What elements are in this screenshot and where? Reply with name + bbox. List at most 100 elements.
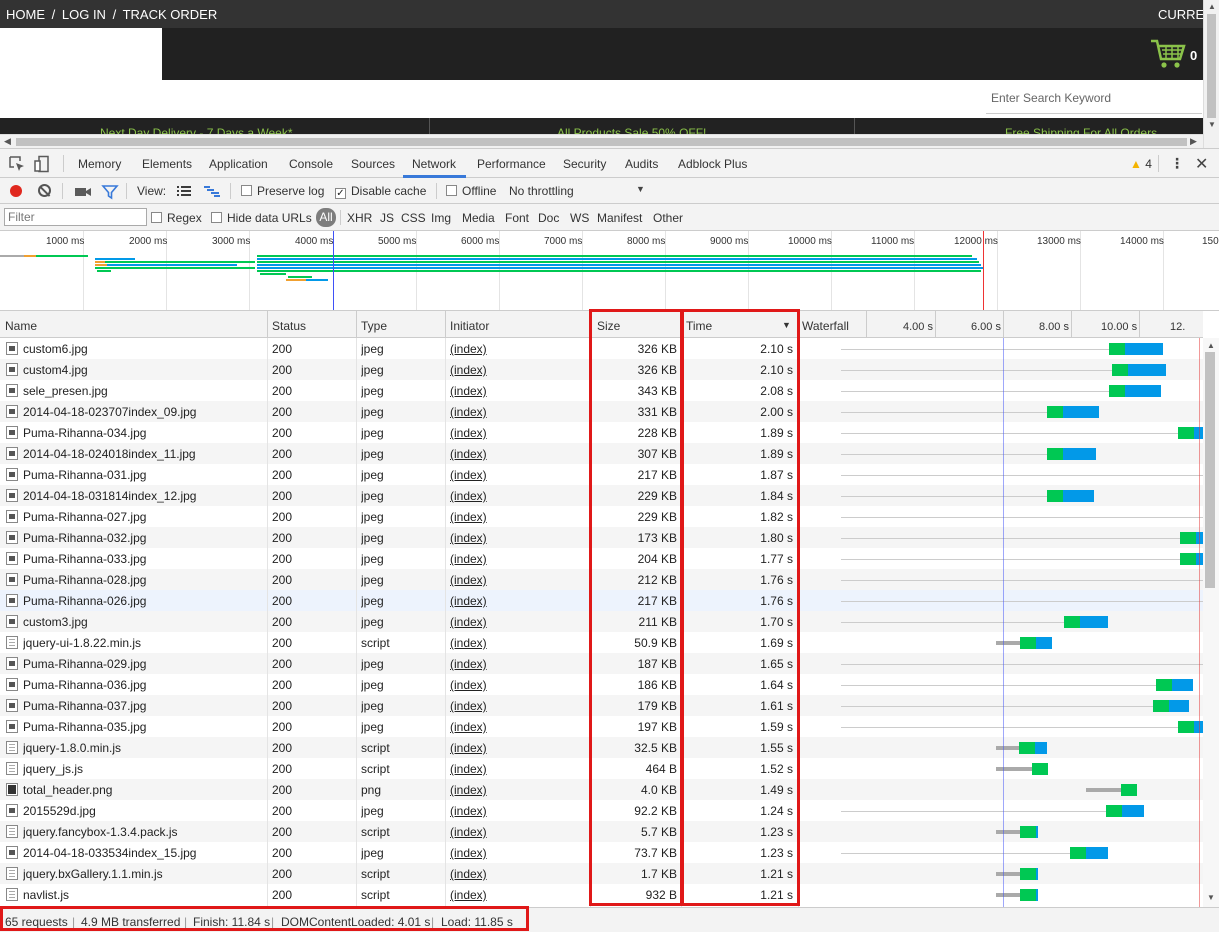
tab-adblock-plus[interactable]: Adblock Plus	[678, 157, 747, 171]
table-row[interactable]: navlist.js 200 script (index) 932 B 1.21 s	[0, 884, 1203, 905]
table-row[interactable]: jquery_js.js 200 script (index) 464 B 1.52 s	[0, 758, 1203, 779]
request-name[interactable]: Puma-Rihanna-032.jpg	[23, 531, 263, 545]
nav-login-link[interactable]: LOG IN	[62, 7, 106, 22]
preserve-log-checkbox[interactable]: Preserve log	[241, 184, 324, 198]
table-row[interactable]: custom4.jpg 200 jpeg (index) 326 KB 2.10 s	[0, 359, 1203, 380]
column-header-initiator[interactable]: Initiator	[450, 319, 489, 333]
request-name[interactable]: 2014-04-18-023707index_09.jpg	[23, 405, 263, 419]
request-initiator[interactable]: (index)	[450, 825, 580, 839]
request-initiator[interactable]: (index)	[450, 342, 580, 356]
table-row[interactable]: Puma-Rihanna-028.jpg 200 jpeg (index) 212 KB…	[0, 569, 1203, 590]
filter-type-img[interactable]: Img	[431, 211, 451, 225]
regex-checkbox[interactable]: Regex	[151, 211, 202, 225]
table-row[interactable]: sele_presen.jpg 200 jpeg (index) 343 KB 2.08 …	[0, 380, 1203, 401]
request-initiator[interactable]: (index)	[450, 447, 580, 461]
request-initiator[interactable]: (index)	[450, 657, 580, 671]
column-divider[interactable]	[681, 311, 682, 338]
table-row[interactable]: 2014-04-18-023707index_09.jpg 200 jpeg (ind…	[0, 401, 1203, 422]
tab-console[interactable]: Console	[289, 157, 333, 171]
column-divider[interactable]	[267, 311, 268, 338]
site-logo[interactable]	[0, 28, 162, 80]
request-initiator[interactable]: (index)	[450, 552, 580, 566]
scroll-up-arrow-icon[interactable]: ▲	[1208, 2, 1216, 11]
warnings-counter[interactable]: ▲ 4	[1130, 157, 1152, 171]
filter-type-js[interactable]: JS	[380, 211, 394, 225]
filter-type-xhr[interactable]: XHR	[347, 211, 372, 225]
filter-type-doc[interactable]: Doc	[538, 211, 559, 225]
table-row[interactable]: Puma-Rihanna-036.jpg 200 jpeg (index) 186 KB…	[0, 674, 1203, 695]
request-name[interactable]: jquery-ui-1.8.22.min.js	[23, 636, 263, 650]
filter-type-css[interactable]: CSS	[401, 211, 426, 225]
clear-icon[interactable]	[38, 184, 51, 197]
table-row[interactable]: 2015529d.jpg 200 jpeg (index) 92.2 KB 1.24 s	[0, 800, 1203, 821]
table-row[interactable]: jquery-1.8.0.min.js 200 script (index) 32.5 …	[0, 737, 1203, 758]
filter-type-ws[interactable]: WS	[570, 211, 589, 225]
request-name[interactable]: 2014-04-18-024018index_11.jpg	[23, 447, 263, 461]
column-divider[interactable]	[590, 311, 591, 338]
tab-sources[interactable]: Sources	[351, 157, 395, 171]
scrollbar-thumb[interactable]	[1207, 14, 1216, 118]
overview-icon[interactable]	[203, 183, 221, 201]
nav-home-link[interactable]: HOME	[6, 7, 45, 22]
scroll-right-arrow-icon[interactable]: ▶	[1190, 136, 1197, 147]
request-initiator[interactable]: (index)	[450, 468, 580, 482]
request-name[interactable]: custom3.jpg	[23, 615, 263, 629]
inspect-element-icon[interactable]	[8, 155, 26, 173]
request-name[interactable]: jquery-1.8.0.min.js	[23, 741, 263, 755]
filter-type-all[interactable]: All	[316, 208, 336, 227]
request-initiator[interactable]: (index)	[450, 762, 580, 776]
page-horizontal-scrollbar[interactable]: ◀ ▶	[0, 134, 1203, 148]
table-row[interactable]: Puma-Rihanna-033.jpg 200 jpeg (index) 204 KB…	[0, 548, 1203, 569]
request-initiator[interactable]: (index)	[450, 846, 580, 860]
tab-network[interactable]: Network	[412, 157, 456, 171]
request-name[interactable]: Puma-Rihanna-035.jpg	[23, 720, 263, 734]
scroll-left-arrow-icon[interactable]: ◀	[4, 136, 11, 147]
scroll-down-arrow-icon[interactable]: ▼	[1207, 893, 1215, 902]
record-icon[interactable]	[10, 185, 22, 197]
currency-selector[interactable]: CURRE	[1158, 7, 1204, 22]
table-row[interactable]: total_header.png 200 png (index) 4.0 KB 1.49 …	[0, 779, 1203, 800]
sort-descending-icon[interactable]: ▼	[782, 320, 791, 330]
request-name[interactable]: jquery.bxGallery.1.1.min.js	[23, 867, 263, 881]
request-name[interactable]: custom6.jpg	[23, 342, 263, 356]
request-initiator[interactable]: (index)	[450, 510, 580, 524]
request-initiator[interactable]: (index)	[450, 783, 580, 797]
tab-audits[interactable]: Audits	[625, 157, 658, 171]
column-header-time[interactable]: Time	[686, 319, 712, 333]
column-header-waterfall[interactable]: Waterfall	[802, 319, 849, 333]
scrollbar-thumb[interactable]	[16, 138, 1187, 146]
site-search-input[interactable]	[986, 82, 1202, 114]
checkbox-box[interactable]	[241, 185, 252, 196]
filter-type-other[interactable]: Other	[653, 211, 683, 225]
request-name[interactable]: Puma-Rihanna-029.jpg	[23, 657, 263, 671]
table-row[interactable]: Puma-Rihanna-027.jpg 200 jpeg (index) 229 KB…	[0, 506, 1203, 527]
filter-type-font[interactable]: Font	[505, 211, 529, 225]
request-initiator[interactable]: (index)	[450, 489, 580, 503]
tab-elements[interactable]: Elements	[142, 157, 192, 171]
request-initiator[interactable]: (index)	[450, 888, 580, 902]
network-overview[interactable]: 1000 ms 2000 ms 3000 ms 4000 ms 5000 ms …	[0, 231, 1219, 311]
scrollbar-thumb[interactable]	[1205, 352, 1215, 588]
request-name[interactable]: jquery_js.js	[23, 762, 263, 776]
request-initiator[interactable]: (index)	[450, 405, 580, 419]
scroll-up-arrow-icon[interactable]: ▲	[1207, 341, 1215, 350]
request-name[interactable]: Puma-Rihanna-034.jpg	[23, 426, 263, 440]
tab-performance[interactable]: Performance	[477, 157, 546, 171]
table-row[interactable]: Puma-Rihanna-032.jpg 200 jpeg (index) 173 KB…	[0, 527, 1203, 548]
table-row[interactable]: jquery.bxGallery.1.1.min.js 200 script (ind…	[0, 863, 1203, 884]
request-initiator[interactable]: (index)	[450, 615, 580, 629]
column-header-type[interactable]: Type	[361, 319, 387, 333]
checkbox-box[interactable]	[151, 212, 162, 223]
tab-application[interactable]: Application	[209, 157, 268, 171]
request-initiator[interactable]: (index)	[450, 594, 580, 608]
disable-cache-checkbox[interactable]: ✓ Disable cache	[335, 184, 426, 199]
checkbox-box[interactable]	[446, 185, 457, 196]
device-toolbar-icon[interactable]	[33, 155, 51, 173]
table-row[interactable]: custom6.jpg 200 jpeg (index) 326 KB 2.10 s	[0, 338, 1203, 359]
filter-type-media[interactable]: Media	[462, 211, 495, 225]
request-name[interactable]: Puma-Rihanna-031.jpg	[23, 468, 263, 482]
close-devtools-icon[interactable]: ✕	[1195, 154, 1208, 174]
large-rows-icon[interactable]	[176, 183, 194, 201]
request-name[interactable]: Puma-Rihanna-033.jpg	[23, 552, 263, 566]
request-name[interactable]: Puma-Rihanna-027.jpg	[23, 510, 263, 524]
